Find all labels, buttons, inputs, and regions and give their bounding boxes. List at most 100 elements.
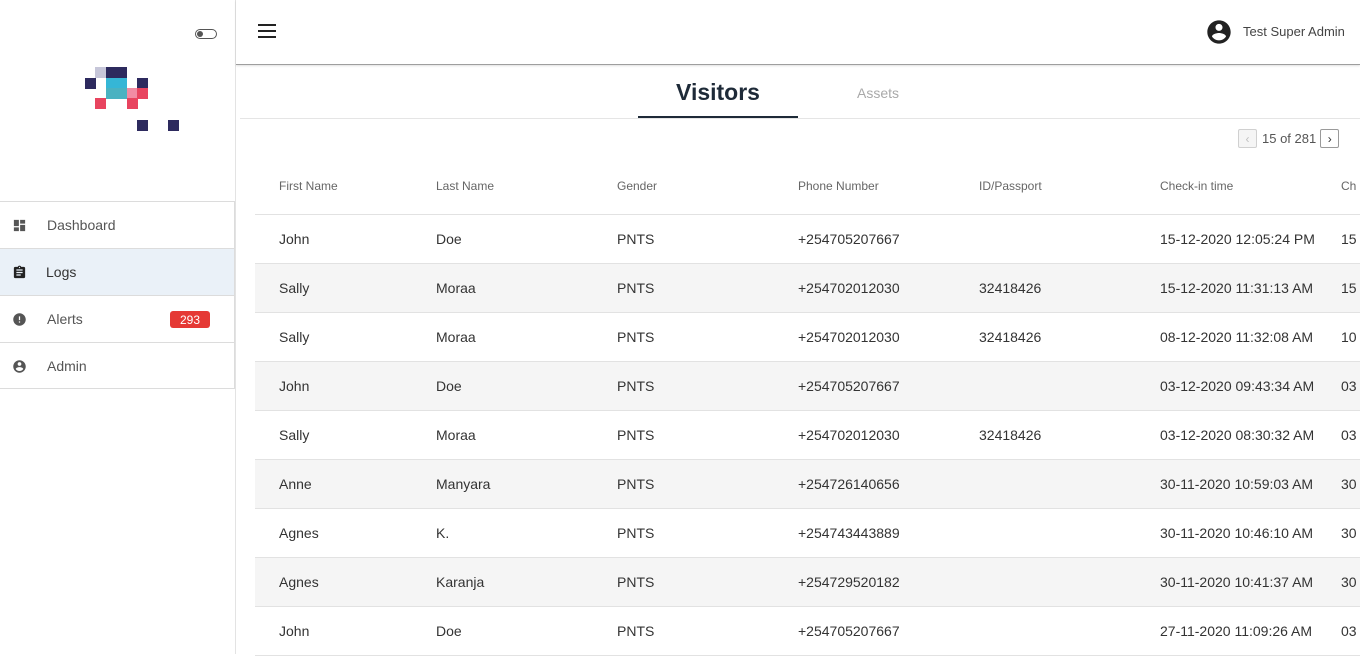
table-cell: 30 <box>1341 525 1357 541</box>
table-cell: 32418426 <box>979 427 1042 443</box>
table-cell: +254743443889 <box>798 525 900 541</box>
sidebar-item-label: Alerts <box>47 311 83 327</box>
sidebar-item-dashboard[interactable]: Dashboard <box>0 201 235 248</box>
table-cell: 15-12-2020 11:31:13 AM <box>1160 280 1314 296</box>
table-cell: PNTS <box>617 476 655 492</box>
logo <box>0 0 235 150</box>
table-cell: 03-12-2020 08:30:32 AM <box>1160 427 1315 443</box>
table-cell: Doe <box>436 378 462 394</box>
table-cell: 15-12-2020 12:05:24 PM <box>1160 231 1315 247</box>
table-cell: 30 <box>1341 476 1357 492</box>
table-cell: +254702012030 <box>798 280 900 296</box>
table-row[interactable]: Agnes K. PNTS +254743443889 30-11-2020 10:46… <box>255 509 1360 558</box>
table-row[interactable]: John Doe PNTS +254705207667 03-12-2020 09:43… <box>255 362 1360 411</box>
tab-visitors-label: Visitors <box>676 79 760 105</box>
column-header[interactable]: Last Name <box>436 179 494 193</box>
tab-assets[interactable]: Assets <box>818 66 938 116</box>
table-cell: PNTS <box>617 280 655 296</box>
table-cell: PNTS <box>617 231 655 247</box>
table-cell: Anne <box>279 476 312 492</box>
column-header[interactable]: First Name <box>279 179 338 193</box>
table-cell: PNTS <box>617 623 655 639</box>
table-cell: Moraa <box>436 280 476 296</box>
top-bar: Test Super Admin <box>236 0 1360 65</box>
table-cell: Doe <box>436 231 462 247</box>
table-cell: John <box>279 231 310 247</box>
sidebar-item-label: Dashboard <box>47 217 116 233</box>
table-cell: +254729520182 <box>798 574 900 590</box>
alert-icon <box>13 313 26 326</box>
pagination: ‹ 15 of 281 › <box>1238 128 1340 149</box>
table-cell: 15 <box>1341 280 1357 296</box>
table-cell: PNTS <box>617 574 655 590</box>
table-cell: PNTS <box>617 525 655 541</box>
visitors-table: First Name Last Name Gender Phone Number… <box>255 165 1360 656</box>
tab-bar: Visitors Assets <box>240 66 1360 119</box>
sidebar-item-alerts[interactable]: Alerts 293 <box>0 295 235 342</box>
table-row[interactable]: John Doe PNTS +254705207667 15-12-2020 12:05… <box>255 215 1360 264</box>
tab-visitors[interactable]: Visitors <box>638 66 798 118</box>
table-cell: 30-11-2020 10:41:37 AM <box>1160 574 1314 590</box>
table-cell: 08-12-2020 11:32:08 AM <box>1160 329 1314 345</box>
column-header[interactable]: Phone Number <box>798 179 879 193</box>
table-cell: 03 <box>1341 623 1357 639</box>
alerts-count-badge: 293 <box>170 311 210 328</box>
table-cell: Doe <box>436 623 462 639</box>
column-header[interactable]: Ch <box>1341 179 1356 193</box>
table-cell: +254726140656 <box>798 476 900 492</box>
table-cell: Sally <box>279 280 310 296</box>
column-header[interactable]: Gender <box>617 179 657 193</box>
table-cell: Sally <box>279 329 310 345</box>
table-cell: 03 <box>1341 378 1357 394</box>
table-header: First Name Last Name Gender Phone Number… <box>255 165 1360 215</box>
table-body: John Doe PNTS +254705207667 15-12-2020 12:05… <box>255 215 1360 656</box>
table-row[interactable]: John Doe PNTS +254705207667 27-11-2020 11:09… <box>255 607 1360 656</box>
account-circle-icon[interactable] <box>1205 18 1233 46</box>
sidebar-item-label: Logs <box>46 264 77 280</box>
table-cell: 03 <box>1341 427 1357 443</box>
table-cell: 10 <box>1341 329 1357 345</box>
table-cell: K. <box>436 525 450 541</box>
table-cell: Karanja <box>436 574 485 590</box>
table-cell: Manyara <box>436 476 491 492</box>
page-indicator: 15 of 281 <box>1262 131 1317 146</box>
table-row[interactable]: Sally Moraa PNTS +254702012030 32418426 03-12… <box>255 411 1360 460</box>
sidebar-nav: Dashboard Logs Alerts 293 Admin <box>0 201 235 389</box>
table-cell: PNTS <box>617 329 655 345</box>
tab-assets-label: Assets <box>856 85 899 101</box>
sidebar-item-logs[interactable]: Logs <box>0 248 235 295</box>
table-cell: 15 <box>1341 231 1357 247</box>
table-cell: Agnes <box>279 574 319 590</box>
next-page-button[interactable]: › <box>1320 129 1340 148</box>
table-cell: PNTS <box>617 427 655 443</box>
table-cell: Moraa <box>436 427 476 443</box>
table-cell: 03-12-2020 09:43:34 AM <box>1160 378 1315 394</box>
table-cell: 30-11-2020 10:46:10 AM <box>1160 525 1314 541</box>
user-name[interactable]: Test Super Admin <box>1243 24 1345 39</box>
table-cell: +254705207667 <box>798 378 900 394</box>
table-cell: 32418426 <box>979 329 1042 345</box>
table-row[interactable]: Anne Manyara PNTS +254726140656 30-11-2020 1… <box>255 460 1360 509</box>
table-cell: 30-11-2020 10:59:03 AM <box>1160 476 1314 492</box>
sidebar-item-admin[interactable]: Admin <box>0 342 235 389</box>
table-row[interactable]: Agnes Karanja PNTS +254729520182 30-11-2020 … <box>255 558 1360 607</box>
clipboard-icon <box>13 265 26 279</box>
table-cell: 30 <box>1341 574 1357 590</box>
table-cell: 32418426 <box>979 280 1042 296</box>
table-cell: Sally <box>279 427 310 443</box>
column-header[interactable]: ID/Passport <box>979 179 1042 193</box>
hamburger-menu-icon[interactable] <box>258 24 278 40</box>
table-cell: +254702012030 <box>798 329 900 345</box>
table-cell: Agnes <box>279 525 319 541</box>
table-cell: +254705207667 <box>798 231 900 247</box>
column-header[interactable]: Check-in time <box>1160 179 1233 193</box>
sidebar: Dashboard Logs Alerts 293 Admin <box>0 0 236 654</box>
sidebar-item-label: Admin <box>47 357 87 374</box>
table-cell: 27-11-2020 11:09:26 AM <box>1160 623 1313 639</box>
table-row[interactable]: Sally Moraa PNTS +254702012030 32418426 08-12… <box>255 313 1360 362</box>
table-cell: +254705207667 <box>798 623 900 639</box>
prev-page-button[interactable]: ‹ <box>1238 129 1257 148</box>
table-row[interactable]: Sally Moraa PNTS +254702012030 32418426 15-12… <box>255 264 1360 313</box>
table-cell: PNTS <box>617 378 655 394</box>
table-cell: Moraa <box>436 329 476 345</box>
